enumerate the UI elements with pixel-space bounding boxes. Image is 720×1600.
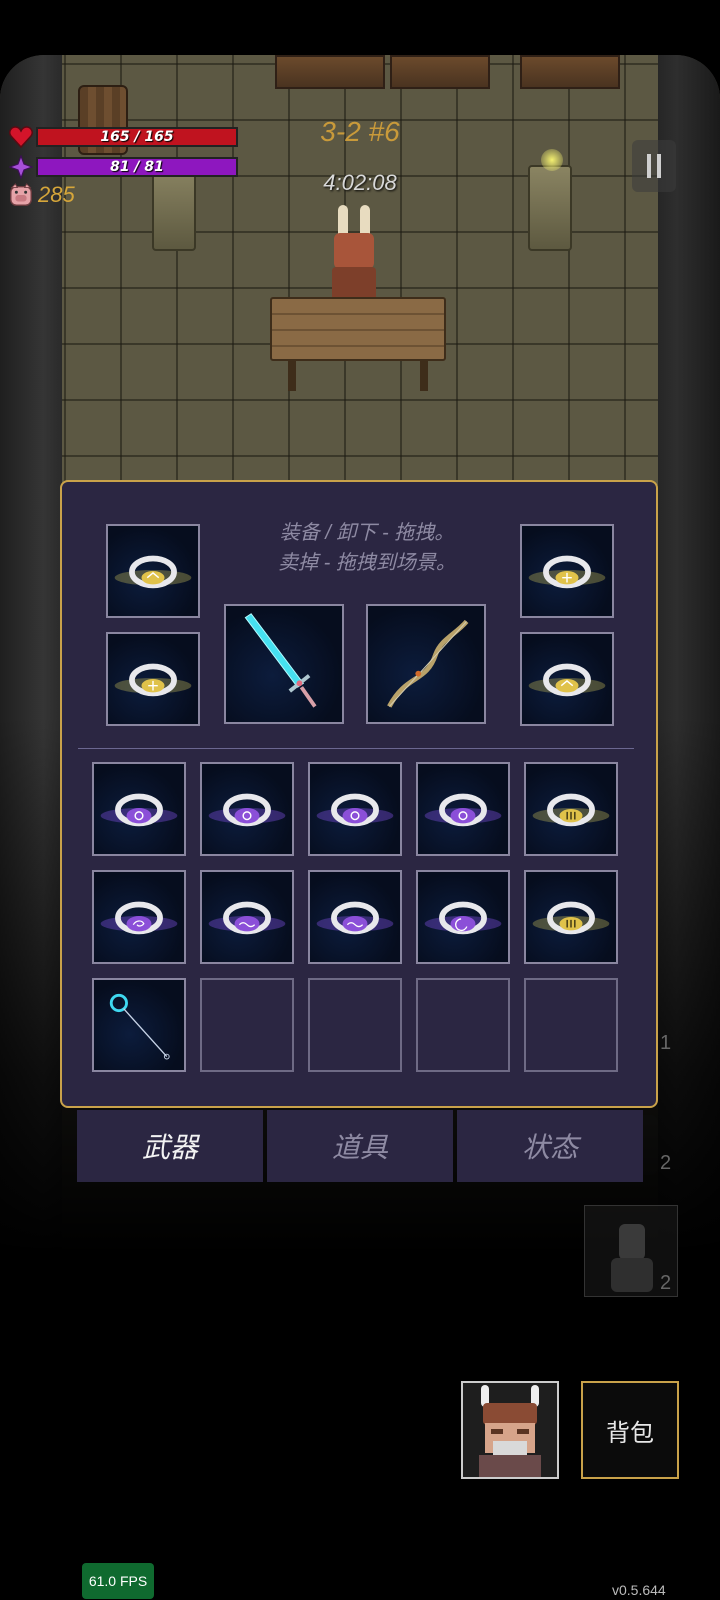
backpack-slot-10[interactable] — [524, 870, 618, 964]
backpack-slot-8[interactable] — [308, 870, 402, 964]
backpack-slot-14[interactable] — [416, 978, 510, 1072]
backpack-slot-4[interactable] — [416, 762, 510, 856]
tab-weapons[interactable]: 武器 — [77, 1110, 263, 1182]
run-timer: 4:02:08 — [323, 170, 397, 195]
right-wall — [658, 55, 720, 1255]
purple-ring-icon — [316, 793, 394, 827]
left-wall — [0, 55, 62, 1255]
purple-ring-icon — [100, 793, 178, 827]
stage-label: 3-2 #6 — [320, 116, 400, 147]
gold-count: 285 — [38, 182, 75, 207]
edge-count-2: 2 — [660, 1152, 672, 1174]
player-avatar[interactable] — [461, 1381, 559, 1479]
purple-ring-icon — [208, 901, 286, 935]
backpack-slot-5[interactable] — [524, 762, 618, 856]
backpack-slot-9[interactable] — [416, 870, 510, 964]
shelf-crate — [275, 55, 385, 89]
torch-flame-icon — [541, 149, 563, 171]
shelf-crate — [520, 55, 620, 89]
pause-button[interactable] — [632, 140, 676, 192]
backpack-slot-15[interactable] — [524, 978, 618, 1072]
hint-line-1: 装备 / 卸下 - 拖拽。 — [279, 522, 455, 544]
hp-bar: 165 / 165 — [36, 127, 238, 147]
backpack-slot-12[interactable] — [200, 978, 294, 1072]
hp-row: 165 / 165 — [8, 124, 238, 150]
version-label: v0.5.644 — [612, 1582, 666, 1598]
backpack-slot-6[interactable] — [92, 870, 186, 964]
cyan-sword-icon — [244, 613, 317, 708]
backpack-slot-7[interactable] — [200, 870, 294, 964]
backpack-slot-3[interactable] — [308, 762, 402, 856]
equip-ring-slot-1[interactable] — [106, 524, 200, 618]
gold-ring-icon — [532, 901, 610, 935]
rabbit-hero-portrait-icon — [463, 1383, 557, 1477]
tab-items[interactable]: 道具 — [267, 1110, 453, 1182]
edge-count-1: 1 — [660, 1032, 672, 1054]
gold-ring-icon — [114, 555, 192, 589]
shop-table[interactable] — [270, 297, 446, 361]
purple-ring-icon — [424, 793, 502, 827]
purple-ring-icon — [424, 901, 502, 935]
bag-button[interactable]: 背包 — [581, 1381, 679, 1479]
shelf-crate — [390, 55, 490, 89]
inventory-hint: 装备 / 卸下 - 拖拽。 卖掉 - 拖拽到场景。 — [252, 518, 482, 578]
gold-ring-icon — [532, 793, 610, 827]
purple-ring-icon — [208, 793, 286, 827]
backpack-slot-2[interactable] — [200, 762, 294, 856]
backpack-slot-11[interactable] — [92, 978, 186, 1072]
gold-ring-icon — [528, 555, 606, 589]
gold-row: 285 — [8, 182, 75, 208]
tab-status[interactable]: 状态 — [457, 1110, 643, 1182]
purple-ring-icon — [316, 901, 394, 935]
shopkeeper-rabbit[interactable] — [330, 205, 378, 305]
backpack-slot-1[interactable] — [92, 762, 186, 856]
gold-ring-icon — [114, 663, 192, 697]
panel-divider — [78, 748, 634, 749]
pig-icon — [8, 182, 34, 208]
equip-weapon-slot-2[interactable] — [366, 604, 486, 724]
heart-icon — [8, 124, 34, 150]
fps-counter: 61.0 FPS — [82, 1563, 154, 1599]
cyan-wand-icon — [109, 993, 170, 1060]
equip-weapon-slot-1[interactable] — [224, 604, 344, 724]
mp-bar: 81 / 81 — [36, 157, 238, 177]
equip-ring-slot-2[interactable] — [106, 632, 200, 726]
hint-line-2: 卖掉 - 拖拽到场景。 — [278, 552, 456, 574]
inventory-panel: 装备 / 卸下 - 拖拽。 卖掉 - 拖拽到场景。 — [60, 480, 658, 1108]
purple-ring-icon — [100, 901, 178, 935]
stone-pillar — [528, 165, 572, 251]
equip-ring-slot-4[interactable] — [520, 632, 614, 726]
equip-ring-slot-3[interactable] — [520, 524, 614, 618]
mp-row: 81 / 81 — [8, 154, 238, 180]
gold-ring-icon — [528, 663, 606, 697]
edge-count-3: 2 — [660, 1272, 672, 1294]
mana-crystal-icon — [8, 154, 34, 180]
golden-bow-icon — [387, 619, 469, 708]
backpack-slot-13[interactable] — [308, 978, 402, 1072]
